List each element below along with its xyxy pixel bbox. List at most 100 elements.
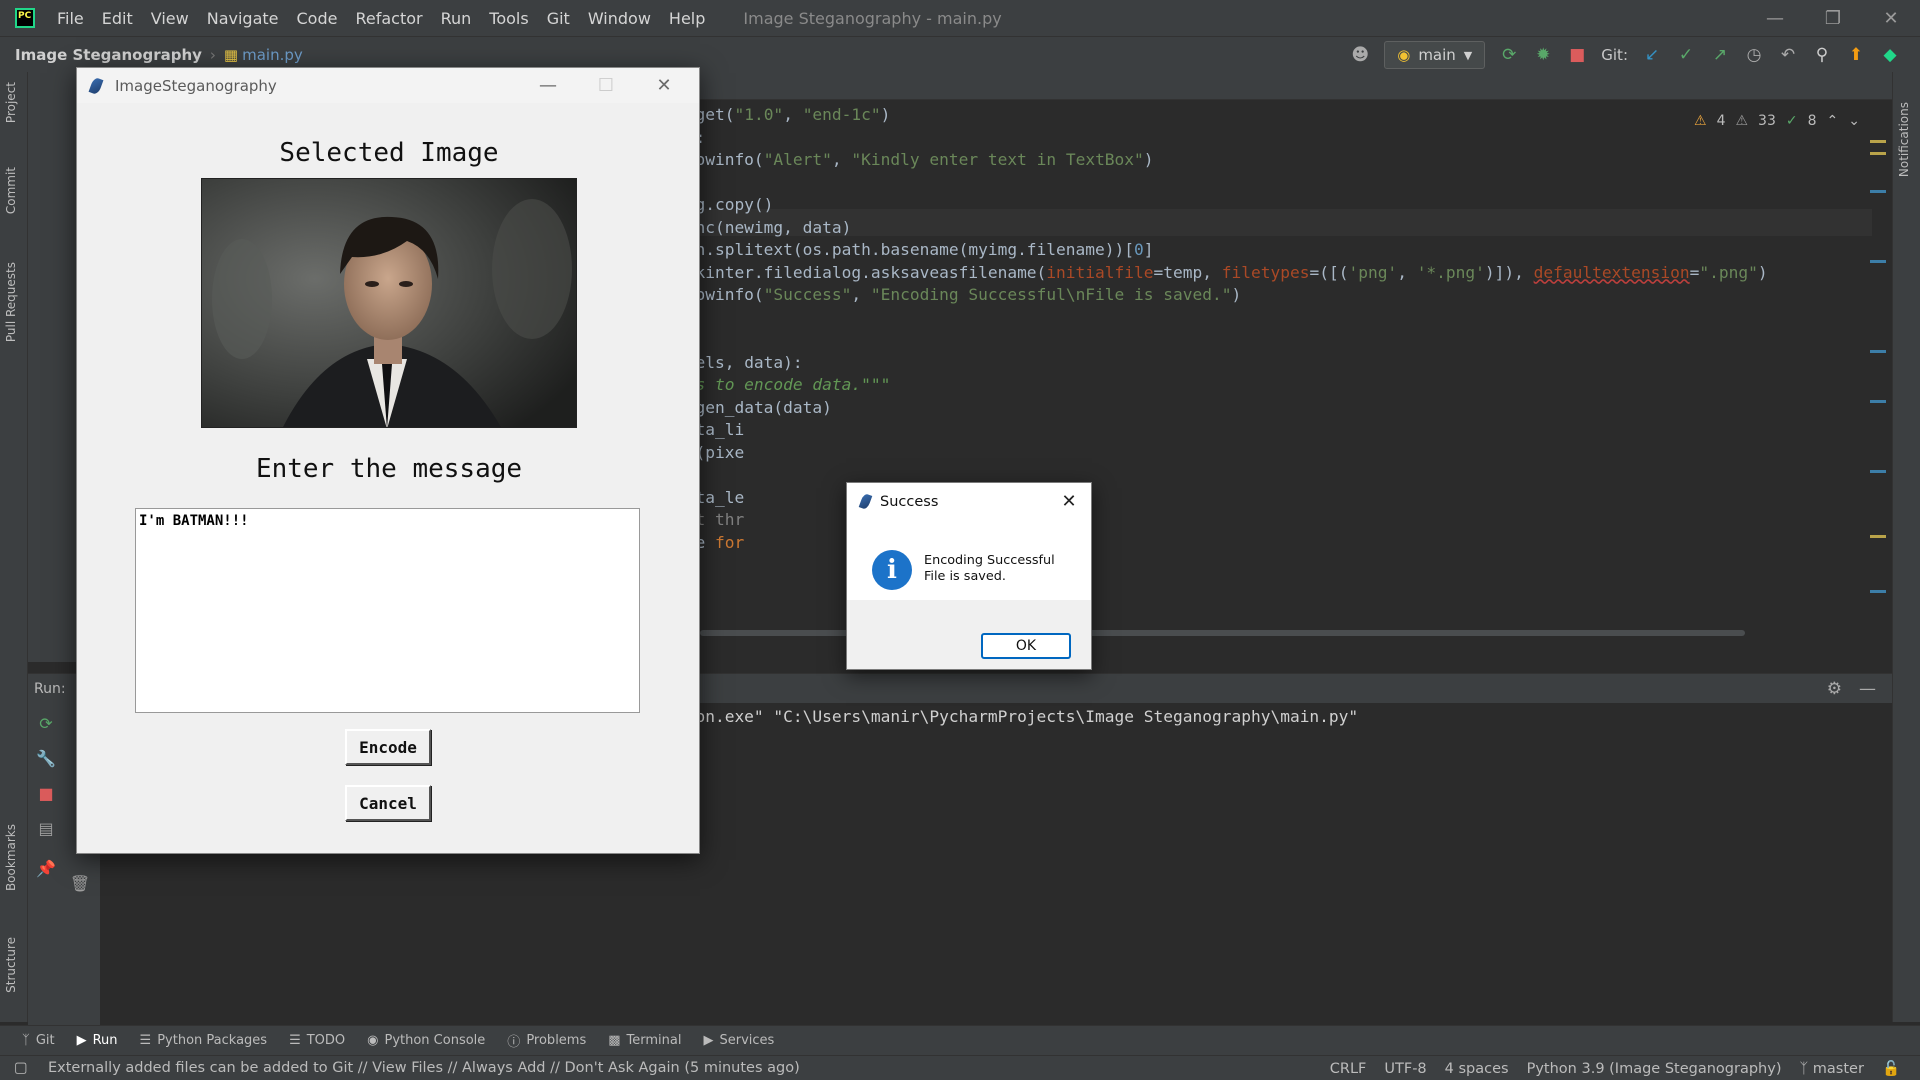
rollback-icon[interactable]: ↶ [1778,45,1798,65]
status-message[interactable]: Externally added files can be added to G… [48,1060,800,1076]
tab-project[interactable]: Project [4,82,18,123]
menu-navigate[interactable]: Navigate [207,9,279,28]
run-config-selector[interactable]: ◉ main ▼ [1384,41,1486,69]
menu-refactor[interactable]: Refactor [355,9,422,28]
code-token: ) [1757,262,1768,282]
restore-icon[interactable]: ❐ [1804,0,1862,36]
tab-todo[interactable]: ☰ TODO [289,1033,345,1048]
code-token: (pixe [695,442,745,462]
ok-button[interactable]: OK [981,633,1071,659]
git-branch-icon: ᛉ [1799,1060,1813,1077]
menu-tools[interactable]: Tools [489,9,528,28]
run-output-text: ripts\python.exe" "C:\Users\manir\Pychar… [598,707,1359,726]
tab-git[interactable]: ᛉ Git [22,1033,55,1048]
encode-button[interactable]: Encode [345,729,431,765]
menu-help[interactable]: Help [669,9,705,28]
maximize-icon[interactable]: ☐ [577,68,635,103]
run-label: Run: [34,680,66,697]
code-token: "Kindly enter text in TextBox" [851,150,1144,169]
chevron-up-icon[interactable]: ⌃ [1827,113,1839,129]
run-config-label: main [1418,46,1456,64]
file-encoding[interactable]: UTF-8 [1384,1061,1426,1077]
jetbrains-icon[interactable]: ◆ [1880,45,1900,65]
close-icon[interactable]: ✕ [1057,489,1081,513]
stop-icon[interactable]: ■ [36,783,56,803]
minimize-icon[interactable]: — [519,68,577,103]
minimize-icon[interactable]: — [1746,0,1804,36]
update-icon[interactable]: ⬆ [1846,45,1866,65]
error-stripe[interactable] [1870,140,1886,640]
menu-git[interactable]: Git [547,9,570,28]
breadcrumb-file[interactable]: main.py [242,46,303,64]
tab-python-console[interactable]: ◉ Python Console [367,1033,485,1048]
rerun-icon[interactable]: ⟳ [1499,45,1519,65]
selected-image-heading: Selected Image [279,138,499,168]
code-token: )]), [1484,262,1534,282]
hide-icon[interactable]: — [1859,679,1876,699]
git-push-icon[interactable]: ↗ [1710,45,1730,65]
cancel-button[interactable]: Cancel [345,785,431,821]
settings-icon[interactable]: ⚙ [1827,679,1842,699]
inspection-widget[interactable]: ⚠ 4 ⚠ 33 ✓ 8 ⌃ ⌄ [1694,113,1860,129]
dialog-message-line2: File is saved. [924,569,1006,584]
user-icon[interactable]: ☻ [1350,45,1370,65]
git-commit-icon[interactable]: ✓ [1676,45,1696,65]
tab-terminal[interactable]: ▩ Terminal [608,1033,681,1048]
code-token: "1.0" [734,105,784,124]
lock-icon[interactable]: 🔓 [1882,1060,1900,1077]
menu-run[interactable]: Run [441,9,472,28]
tab-structure[interactable]: Structure [4,937,18,993]
menu-view[interactable]: View [151,9,189,28]
packages-icon: ☰ [139,1033,152,1048]
git-branch[interactable]: ᛉ master [1799,1061,1863,1077]
breadcrumb-project[interactable]: Image Steganography [15,46,202,64]
tk-feather-icon [858,492,873,511]
python-interpreter[interactable]: Python 3.9 (Image Steganography) [1527,1061,1782,1077]
tab-problems[interactable]: ⓘ Problems [507,1031,586,1050]
rerun-icon[interactable]: ⟳ [36,713,56,733]
tab-python-packages[interactable]: ☰ Python Packages [140,1033,268,1048]
history-icon[interactable]: ◷ [1744,45,1764,65]
tab-run[interactable]: ▶ Run [77,1033,118,1048]
menu-file[interactable]: File [57,9,84,28]
chevron-down-icon[interactable]: ⌄ [1848,113,1860,129]
menu-window[interactable]: Window [588,9,651,28]
tab-python-console-label: Python Console [384,1033,486,1048]
code-token: , [851,285,871,304]
pin-icon[interactable]: 📌 [36,858,56,878]
search-icon[interactable]: ⚲ [1812,45,1832,65]
code-token: "end-1c" [802,105,881,124]
layout-toggle-icon[interactable]: ▢ [14,1060,28,1076]
tab-services-label: Services [719,1033,775,1048]
warning-icon: ⚠ [1694,113,1707,129]
tab-services[interactable]: ▶ Services [703,1033,774,1048]
code-token: '*.png' [1416,262,1485,282]
wrench-icon[interactable]: 🔧 [36,748,56,768]
close-icon[interactable]: ✕ [635,68,693,103]
code-token: for [714,532,745,552]
typo-icon: ✓ [1785,113,1798,129]
bottom-tool-tabs: ᛉ Git ▶ Run ☰ Python Packages ☰ TODO ◉ Python… [0,1025,1920,1055]
close-icon[interactable]: ✕ [1862,0,1920,36]
tab-terminal-label: Terminal [626,1033,682,1048]
menu-code[interactable]: Code [297,9,338,28]
line-separator[interactable]: CRLF [1330,1061,1367,1077]
layout-icon[interactable]: ▤ [36,818,56,838]
dialog-body: i Encoding Successful File is saved. [847,520,1091,600]
trash-icon[interactable]: 🗑 [70,873,90,893]
tab-bookmarks[interactable]: Bookmarks [4,824,18,891]
weak-warning-count: 33 [1758,113,1776,129]
tab-pull-requests[interactable]: Pull Requests [4,262,18,342]
message-textbox[interactable]: I'm BATMAN!!! [135,508,640,713]
menu-edit[interactable]: Edit [102,9,133,28]
info-icon: ⓘ [507,1035,521,1050]
stop-icon[interactable]: ■ [1567,45,1587,65]
code-token: 'png' [1348,262,1398,282]
tab-commit[interactable]: Commit [4,167,18,214]
indent-setting[interactable]: 4 spaces [1445,1061,1509,1077]
debug-icon[interactable]: ✹ [1533,45,1553,65]
success-dialog: Success ✕ i Encoding Successful File is … [846,482,1092,670]
git-update-icon[interactable]: ↙ [1642,45,1662,65]
tab-notifications[interactable]: Notifications [1897,102,1911,177]
git-label: Git: [1601,46,1628,64]
